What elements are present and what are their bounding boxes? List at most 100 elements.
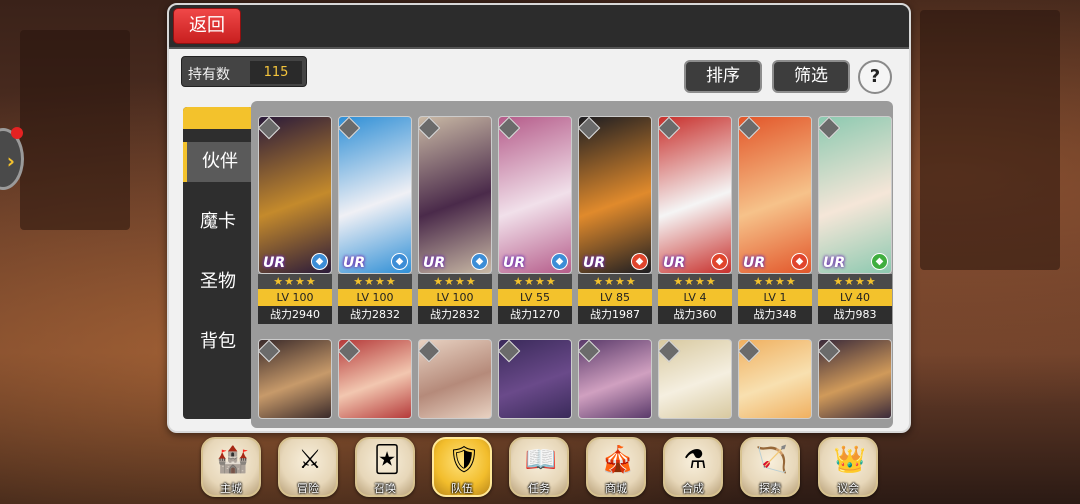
partner-card[interactable]: UR ◆ ★★★★ LV 55 战力1270 [498, 116, 572, 326]
partner-level: LV 100 [258, 289, 332, 306]
partner-level: LV 55 [498, 289, 572, 306]
nav-team-crest[interactable]: 🛡 队伍 [432, 437, 492, 497]
back-button[interactable]: 返回 [173, 8, 241, 44]
castle-icon-glyph: 🏰 [216, 445, 250, 475]
shop-tent-icon-glyph: 🎪 [601, 445, 635, 475]
partner-portrait [338, 339, 412, 419]
partner-portrait [418, 339, 492, 419]
class-diamond-icon [419, 117, 441, 140]
partner-portrait [578, 339, 652, 419]
fire-icon: ◆ [791, 253, 808, 270]
partner-card[interactable] [578, 339, 652, 419]
tab-partners[interactable]: 伙伴 [183, 142, 253, 182]
partner-card[interactable]: UR ◆ ★★★★ LV 1 战力348 [738, 116, 812, 326]
partner-portrait: UR ◆ [258, 116, 332, 274]
partner-level: LV 100 [338, 289, 412, 306]
partner-level: LV 100 [418, 289, 492, 306]
partner-level: LV 1 [738, 289, 812, 306]
rarity-badge: UR [743, 255, 766, 271]
star-rating: ★★★★ [498, 274, 572, 289]
partner-power: 战力2832 [418, 306, 492, 324]
nav-quest-book[interactable]: 📖 任务 [509, 437, 569, 497]
class-diamond-icon [499, 340, 521, 363]
tab-magic-cards[interactable]: 魔卡 [183, 202, 253, 242]
nav-label: 探索 [759, 482, 781, 495]
class-diamond-icon [579, 117, 601, 140]
nav-summon-card[interactable]: 🃏 召唤 [355, 437, 415, 497]
side-tab-bar: 伙伴 魔卡 圣物 背包 [183, 107, 253, 419]
partner-card[interactable]: UR ◆ ★★★★ LV 100 战力2940 [258, 116, 332, 326]
partner-card[interactable] [338, 339, 412, 419]
partner-portrait [818, 339, 892, 419]
nav-potion-flask[interactable]: ⚗ 合成 [663, 437, 723, 497]
nav-label: 任务 [528, 482, 550, 495]
owned-count-label: 持有数 [188, 67, 230, 83]
nav-shop-tent[interactable]: 🎪 商城 [586, 437, 646, 497]
class-diamond-icon [579, 340, 601, 363]
partner-card[interactable]: UR ◆ ★★★★ LV 100 战力2832 [338, 116, 412, 326]
partner-power: 战力2940 [258, 306, 332, 324]
class-diamond-icon [659, 117, 681, 140]
class-diamond-icon [499, 117, 521, 140]
class-diamond-icon [339, 117, 361, 140]
tab-backpack[interactable]: 背包 [183, 322, 253, 362]
partner-card[interactable] [818, 339, 892, 419]
partner-portrait [738, 339, 812, 419]
star-rating: ★★★★ [818, 274, 892, 289]
team-crest-icon-glyph: 🛡 [447, 445, 481, 475]
nav-castle[interactable]: 🏰 主城 [201, 437, 261, 497]
nav-bow-arrow[interactable]: 🏹 探索 [740, 437, 800, 497]
help-button[interactable]: ? [858, 60, 892, 94]
nav-label: 议会 [837, 482, 859, 495]
tab-relics[interactable]: 圣物 [183, 262, 253, 302]
water-icon: ◆ [311, 253, 328, 270]
sort-button[interactable]: 排序 [684, 60, 762, 93]
background-shelf-right [920, 10, 1060, 270]
class-diamond-icon [339, 340, 361, 363]
star-rating: ★★★★ [658, 274, 732, 289]
nav-council-crown[interactable]: 👑 议会 [818, 437, 878, 497]
class-diamond-icon [419, 340, 441, 363]
fire-icon: ◆ [711, 253, 728, 270]
partner-card[interactable] [658, 339, 732, 419]
nav-label: 商城 [605, 482, 627, 495]
star-rating: ★★★★ [338, 274, 412, 289]
rarity-badge: UR [823, 255, 846, 271]
partner-level: LV 40 [818, 289, 892, 306]
partner-power: 战力360 [658, 306, 732, 324]
water-icon: ◆ [551, 253, 568, 270]
owned-count-value: 115 [250, 61, 302, 84]
star-rating: ★★★★ [578, 274, 652, 289]
partner-card[interactable]: UR ◆ ★★★★ LV 4 战力360 [658, 116, 732, 326]
wind-icon: ◆ [871, 253, 888, 270]
star-rating: ★★★★ [738, 274, 812, 289]
nav-crossed-swords[interactable]: ⚔ 冒险 [278, 437, 338, 497]
bow-arrow-icon-glyph: 🏹 [755, 445, 789, 475]
class-diamond-icon [739, 340, 761, 363]
rarity-badge: UR [663, 255, 686, 271]
nav-label: 召唤 [374, 482, 396, 495]
partner-card[interactable] [738, 339, 812, 419]
owned-count-box: 持有数 115 [181, 56, 307, 87]
partner-card[interactable] [418, 339, 492, 419]
partner-portrait: UR ◆ [338, 116, 412, 274]
partner-portrait: UR ◆ [418, 116, 492, 274]
notification-dot [11, 127, 23, 139]
partner-card[interactable] [498, 339, 572, 419]
partner-card[interactable]: UR ◆ ★★★★ LV 40 战力983 [818, 116, 892, 326]
rarity-badge: UR [503, 255, 526, 271]
council-crown-icon-glyph: 👑 [833, 445, 867, 475]
partner-portrait [658, 339, 732, 419]
filter-button[interactable]: 筛选 [772, 60, 850, 93]
partner-power: 战力983 [818, 306, 892, 324]
nav-label: 冒险 [297, 482, 319, 495]
fire-icon: ◆ [631, 253, 648, 270]
partner-level: LV 85 [578, 289, 652, 306]
background-shelf-left [20, 30, 130, 230]
partner-card[interactable]: UR ◆ ★★★★ LV 100 战力2832 [418, 116, 492, 326]
partner-portrait: UR ◆ [578, 116, 652, 274]
partner-card[interactable]: UR ◆ ★★★★ LV 85 战力1987 [578, 116, 652, 326]
partner-portrait: UR ◆ [818, 116, 892, 274]
partner-card[interactable] [258, 339, 332, 419]
nav-label: 队伍 [451, 482, 473, 495]
